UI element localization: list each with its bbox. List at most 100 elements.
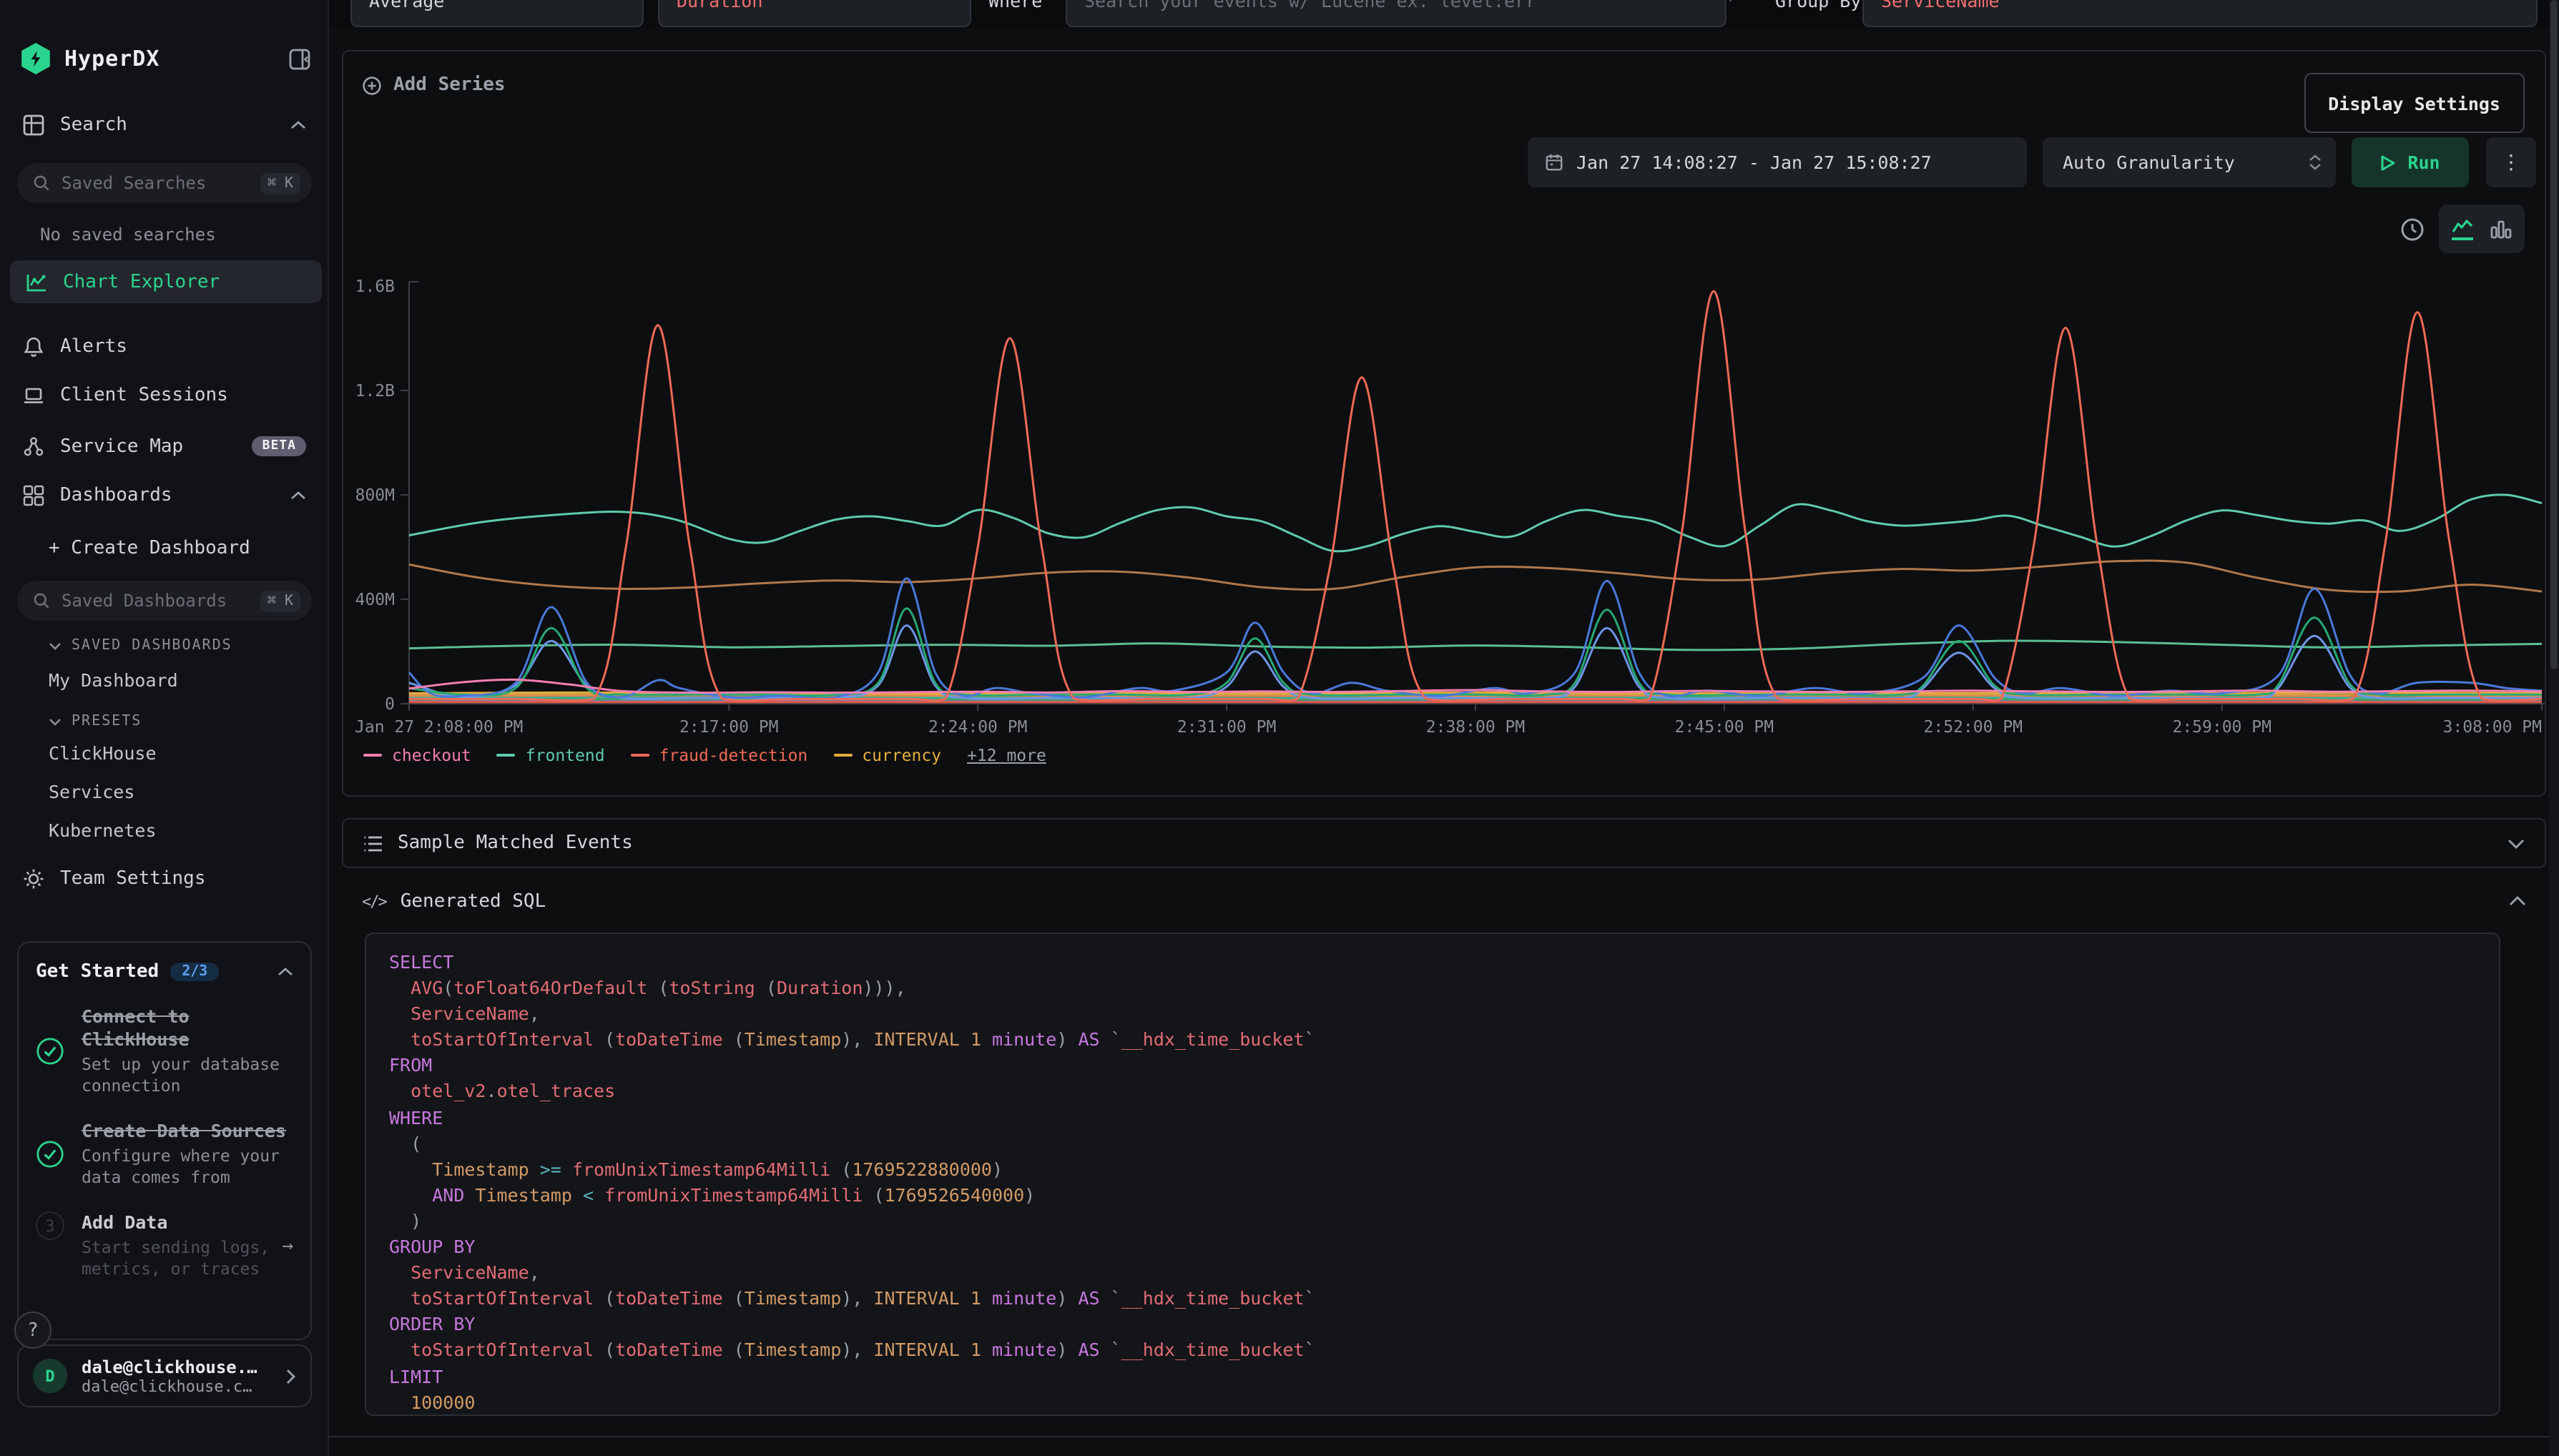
sidebar-item-preset[interactable]: ClickHouse <box>49 742 157 764</box>
svg-text:2:24:00 PM: 2:24:00 PM <box>928 718 1027 737</box>
bell-icon <box>23 335 44 357</box>
gear-icon <box>23 867 44 889</box>
svg-text:2:31:00 PM: 2:31:00 PM <box>1177 718 1276 737</box>
sidebar-collapse-icon[interactable] <box>289 48 310 69</box>
service-map-icon <box>23 436 44 457</box>
sidebar-item-client-sessions[interactable]: Client Sessions <box>0 375 329 415</box>
clock-icon[interactable] <box>2400 217 2425 241</box>
step-number: 3 <box>36 1211 64 1240</box>
svg-text:800M: 800M <box>355 486 395 505</box>
chevron-down-icon[interactable] <box>2508 837 2525 849</box>
beta-badge: BETA <box>252 436 306 456</box>
arrow-right-icon: → <box>282 1235 293 1256</box>
section-title: Generated SQL <box>401 890 546 912</box>
sample-matched-events-section[interactable]: Sample Matched Events <box>342 818 2546 868</box>
user-menu[interactable]: D dale@clickhouse.… dale@clickhouse.c… <box>17 1344 312 1407</box>
scrollbar-thumb[interactable] <box>2550 0 2558 670</box>
where-label: Where <box>988 0 1042 11</box>
aggregation-select[interactable]: Average <box>350 0 644 27</box>
sql-line: ( <box>389 1131 2476 1156</box>
get-started-step[interactable]: 3Add DataStart sending logs, metrics, or… <box>36 1211 293 1280</box>
sidebar-item-chart-explorer[interactable]: Chart Explorer <box>10 260 322 303</box>
user-name: dale@clickhouse.… <box>82 1357 286 1377</box>
chevron-down-icon <box>49 717 62 726</box>
legend-more-link[interactable]: +12 more <box>967 745 1046 765</box>
sidebar-item-preset[interactable]: Services <box>49 781 134 802</box>
sql-line: otel_v2.otel_traces <box>389 1079 2476 1105</box>
chart-canvas[interactable]: 0400M800M1.2B1.6BJan 27 2:08:00 PM2:17:0… <box>343 270 2545 742</box>
legend-label: fraud-detection <box>659 745 808 765</box>
group-by-label: Group By <box>1775 0 1861 11</box>
run-button[interactable]: Run <box>2352 137 2469 187</box>
chevron-up-icon[interactable] <box>290 119 306 129</box>
svg-text:Jan 27 2:08:00 PM: Jan 27 2:08:00 PM <box>355 718 523 737</box>
legend-item[interactable]: frontend <box>497 745 605 765</box>
step-title: Add Data <box>82 1211 276 1234</box>
laptop-icon <box>23 384 44 405</box>
get-started-step[interactable]: Connect to ClickHouseSet up your databas… <box>36 1005 293 1097</box>
legend-item[interactable]: checkout <box>363 745 471 765</box>
generated-sql-section[interactable]: </> Generated SQL <box>342 878 2546 924</box>
sidebar-item-service-map[interactable]: Service Map BETA <box>0 426 329 466</box>
svg-text:400M: 400M <box>355 591 395 609</box>
saved-searches-field[interactable] <box>62 173 260 193</box>
series-frontend <box>409 495 2542 551</box>
section-title: Sample Matched Events <box>398 832 633 854</box>
sidebar-item-alerts[interactable]: Alerts <box>0 326 329 366</box>
generated-sql-code[interactable]: SELECT AVG(toFloat64OrDefault (toString … <box>365 933 2500 1416</box>
sidebar-item-preset[interactable]: Kubernetes <box>49 820 157 841</box>
series-other-greenspike <box>409 609 2542 696</box>
field-input[interactable]: Duration <box>658 0 971 27</box>
group-by-input[interactable]: ServiceName <box>1862 0 2538 27</box>
sidebar-item-dashboards[interactable]: Dashboards <box>0 475 329 515</box>
add-series-button[interactable]: Add Series <box>362 74 506 96</box>
chevron-up-icon[interactable] <box>290 490 306 500</box>
chevron-up-icon[interactable] <box>2509 895 2526 907</box>
series-fraud-detection <box>409 291 2542 701</box>
hyperdx-logo-icon <box>20 43 51 74</box>
chevron-up-icon[interactable] <box>277 967 293 977</box>
search-placeholder: Search your events w/ Lucene ex. level:e… <box>1084 0 1536 11</box>
search-input[interactable]: Search your events w/ Lucene ex. level:e… <box>1066 0 1727 27</box>
sidebar-item-team-settings[interactable]: Team Settings <box>0 858 329 898</box>
line-chart-toggle-icon[interactable] <box>2452 218 2473 240</box>
legend-item[interactable]: fraud-detection <box>631 745 808 765</box>
play-icon <box>2380 154 2396 171</box>
saved-searches-input[interactable]: ⌘ K <box>17 163 312 203</box>
plus-circle-icon <box>362 75 382 95</box>
sidebar-item-label: Client Sessions <box>60 384 228 405</box>
legend-item[interactable]: currency <box>833 745 941 765</box>
display-settings-button[interactable]: Display Settings <box>2304 73 2525 133</box>
sidebar-item-label: Team Settings <box>60 867 206 889</box>
saved-dashboards-field[interactable] <box>62 591 260 611</box>
dashboards-icon <box>23 484 44 506</box>
timeseries-chart[interactable]: 0400M800M1.2B1.6BJan 27 2:08:00 PM2:17:0… <box>343 270 2545 742</box>
more-options-button[interactable]: ⋮ <box>2486 137 2536 187</box>
get-started-card: Get Started 2/3 Connect to ClickHouseSet… <box>17 941 312 1340</box>
get-started-step[interactable]: Create Data SourcesConfigure where your … <box>36 1120 293 1189</box>
sidebar-item-dashboard[interactable]: My Dashboard <box>49 669 178 691</box>
help-button[interactable]: ? <box>14 1312 51 1349</box>
step-title: Connect to ClickHouse <box>82 1005 293 1051</box>
create-dashboard-button[interactable]: + Create Dashboard <box>49 538 250 559</box>
section-presets[interactable]: PRESETS <box>49 714 142 729</box>
svg-text:2:17:00 PM: 2:17:00 PM <box>679 718 778 737</box>
check-circle-icon <box>36 1037 64 1066</box>
app-logo-row: HyperDX <box>20 40 310 77</box>
svg-text:2:52:00 PM: 2:52:00 PM <box>1924 718 2023 737</box>
shortcut-chip: ⌘ K <box>260 590 300 611</box>
saved-dashboards-input[interactable]: ⌘ K <box>17 581 312 621</box>
granularity-select[interactable]: Auto Granularity <box>2043 137 2336 187</box>
time-range-picker[interactable]: Jan 27 14:08:27 - Jan 27 15:08:27 <box>1528 137 2027 187</box>
bar-chart-toggle-icon[interactable] <box>2490 220 2512 238</box>
sidebar-item-label: Dashboards <box>60 484 172 506</box>
section-saved-dashboards[interactable]: SAVED DASHBOARDS <box>49 638 232 654</box>
sidebar-item-label: Search <box>60 114 127 135</box>
query-toolbar: Average Duration Where Search your event… <box>329 0 2549 27</box>
sql-line: GROUP BY <box>389 1234 2476 1260</box>
divider <box>329 1436 2549 1437</box>
sql-line: ServiceName, <box>389 1001 2476 1027</box>
sidebar-item-search[interactable]: Search <box>0 104 329 144</box>
scrollbar[interactable] <box>2549 0 2559 1456</box>
series-other-blue <box>409 579 2542 699</box>
